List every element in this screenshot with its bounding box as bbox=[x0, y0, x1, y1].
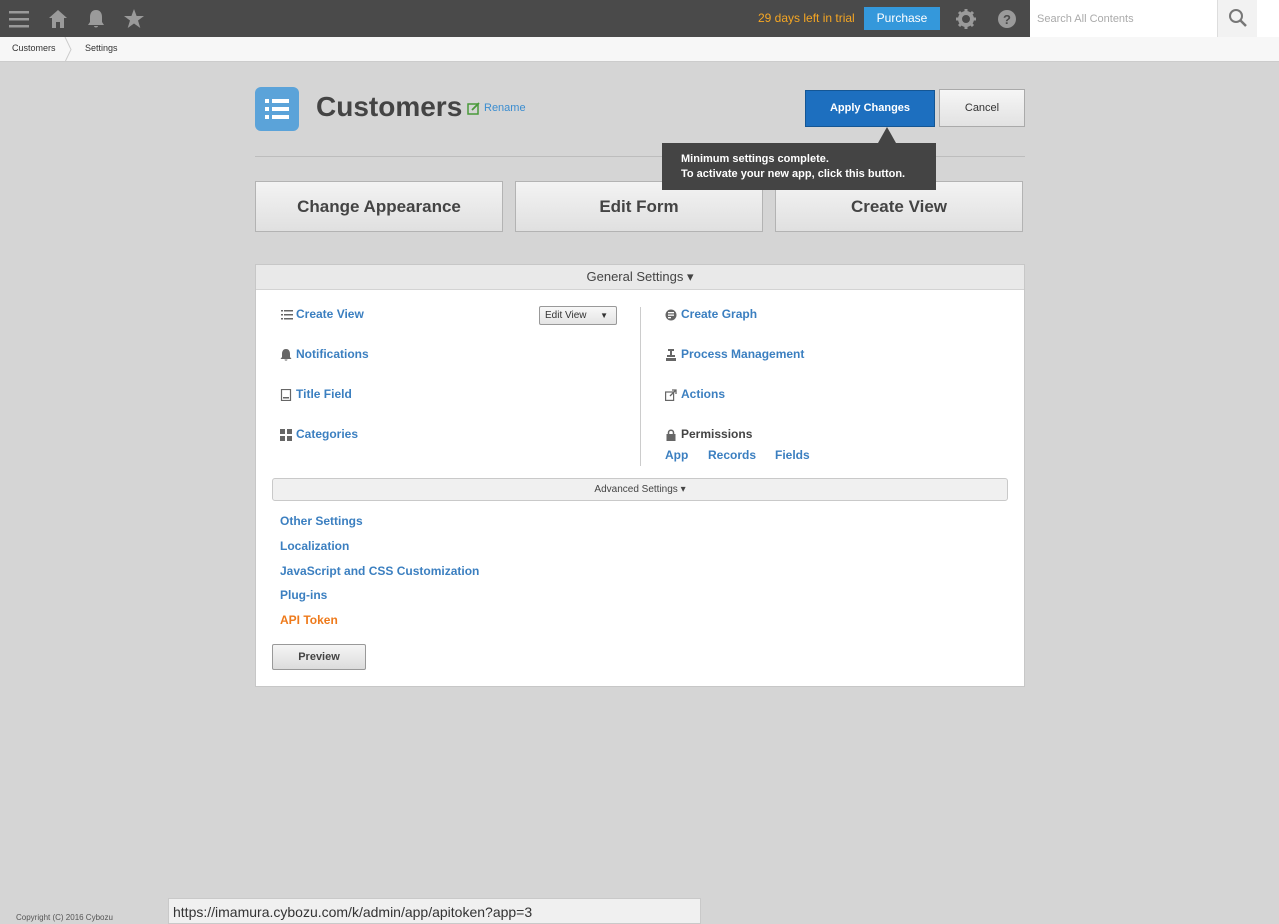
star-icon[interactable] bbox=[123, 8, 145, 30]
breadcrumb-separator-icon bbox=[64, 37, 72, 62]
search-icon bbox=[1229, 9, 1247, 27]
title-field-link[interactable]: Title Field bbox=[296, 387, 352, 401]
edit-view-dropdown[interactable]: Edit View ▼ bbox=[539, 306, 617, 325]
process-management-link[interactable]: Process Management bbox=[681, 347, 804, 361]
menu-icon[interactable] bbox=[8, 8, 30, 30]
list-icon bbox=[265, 99, 289, 119]
other-settings-link[interactable]: Other Settings bbox=[280, 514, 363, 528]
search-button[interactable] bbox=[1217, 0, 1257, 37]
rename-link[interactable]: Rename bbox=[484, 102, 526, 114]
title-field-icon bbox=[280, 389, 292, 401]
gear-icon[interactable] bbox=[955, 8, 977, 30]
search-input[interactable] bbox=[1030, 0, 1217, 37]
copyright: Copyright (C) 2016 Cybozu bbox=[16, 913, 113, 922]
top-navigation-bar: 29 days left in trial Purchase ? bbox=[0, 0, 1279, 37]
tooltip-line-1: Minimum settings complete. bbox=[681, 153, 829, 165]
bell-icon bbox=[280, 349, 292, 361]
notifications-link[interactable]: Notifications bbox=[296, 347, 369, 361]
settings-panel: General Settings ▾ Create View Edit View… bbox=[255, 264, 1025, 687]
actions-link[interactable]: Actions bbox=[681, 387, 725, 401]
cancel-button[interactable]: Cancel bbox=[939, 89, 1025, 127]
trial-days-left: 29 days left in trial bbox=[758, 11, 855, 25]
preview-button[interactable]: Preview bbox=[272, 644, 366, 670]
change-appearance-button[interactable]: Change Appearance bbox=[255, 181, 503, 232]
permissions-fields-link[interactable]: Fields bbox=[775, 448, 810, 462]
column-divider bbox=[640, 307, 641, 466]
app-icon bbox=[255, 87, 299, 131]
permissions-label: Permissions bbox=[681, 427, 753, 441]
activation-tooltip: Minimum settings complete. To activate y… bbox=[662, 143, 936, 190]
breadcrumb: Customers Settings bbox=[0, 37, 1279, 62]
breadcrumb-item-settings: Settings bbox=[85, 43, 118, 53]
status-url-bar: https://imamura.cybozu.com/k/admin/app/a… bbox=[168, 898, 701, 924]
categories-link[interactable]: Categories bbox=[296, 427, 358, 441]
tooltip-line-2: To activate your new app, click this but… bbox=[681, 168, 906, 180]
page-title: Customers bbox=[316, 91, 463, 122]
edit-icon[interactable] bbox=[467, 102, 480, 115]
api-token-link[interactable]: API Token bbox=[280, 613, 338, 627]
process-management-icon bbox=[666, 349, 676, 361]
bell-icon[interactable] bbox=[85, 8, 107, 30]
general-settings-header[interactable]: General Settings ▾ bbox=[256, 265, 1024, 290]
create-view-link[interactable]: Create View bbox=[296, 307, 364, 321]
tooltip-arrow bbox=[878, 127, 896, 143]
create-graph-link[interactable]: Create Graph bbox=[681, 307, 757, 321]
localization-link[interactable]: Localization bbox=[280, 539, 349, 553]
js-css-customization-link[interactable]: JavaScript and CSS Customization bbox=[280, 564, 479, 578]
purchase-button[interactable]: Purchase bbox=[864, 7, 940, 30]
permissions-app-link[interactable]: App bbox=[665, 448, 688, 462]
home-icon[interactable] bbox=[47, 8, 69, 30]
plug-ins-link[interactable]: Plug-ins bbox=[280, 588, 327, 602]
graph-icon bbox=[665, 309, 677, 321]
advanced-settings-header[interactable]: Advanced Settings ▾ bbox=[272, 478, 1008, 501]
svg-text:?: ? bbox=[1003, 12, 1011, 27]
categories-icon bbox=[280, 429, 292, 441]
edit-view-label: Edit View bbox=[545, 310, 587, 321]
breadcrumb-item-customers[interactable]: Customers bbox=[12, 43, 56, 53]
lock-icon bbox=[666, 429, 676, 441]
search-box bbox=[1030, 0, 1279, 37]
list-icon bbox=[281, 310, 293, 320]
caret-down-icon: ▼ bbox=[600, 311, 608, 320]
permissions-records-link[interactable]: Records bbox=[708, 448, 756, 462]
actions-icon bbox=[665, 389, 677, 401]
help-icon[interactable]: ? bbox=[996, 8, 1018, 30]
apply-changes-button[interactable]: Apply Changes bbox=[805, 90, 935, 127]
